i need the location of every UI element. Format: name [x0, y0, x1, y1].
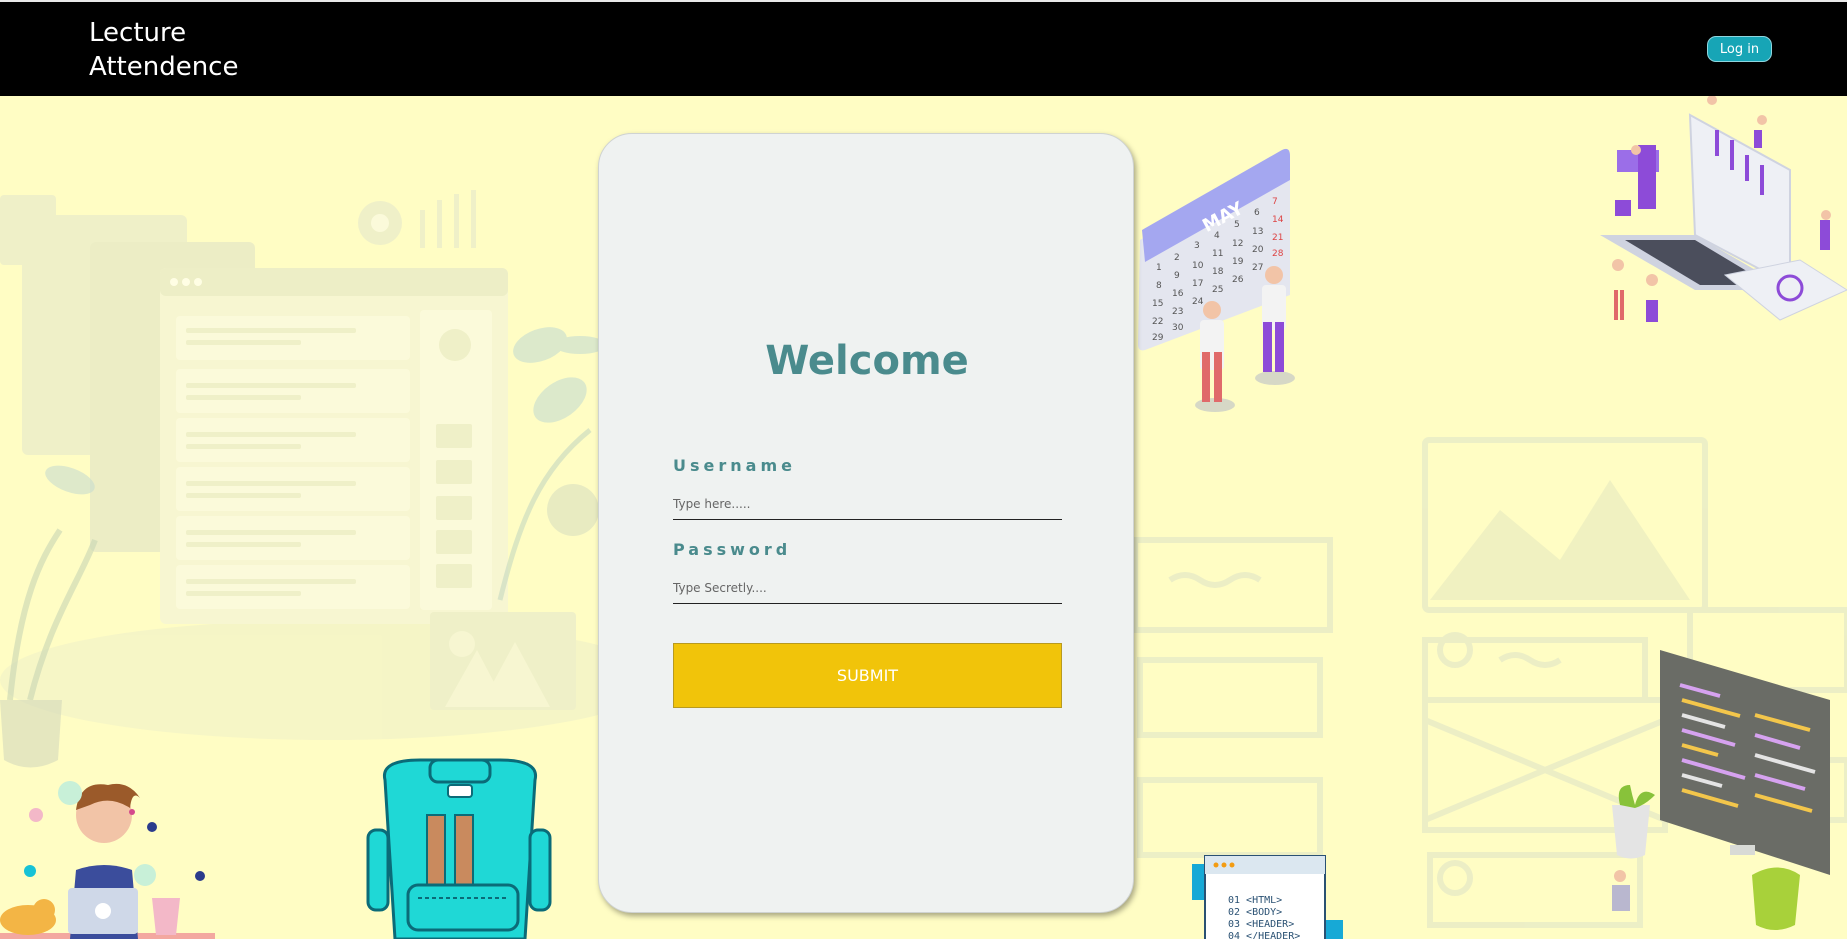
login-button[interactable]: Log in: [1707, 36, 1772, 62]
svg-text:26: 26: [1232, 275, 1244, 285]
password-label: Password: [673, 540, 792, 559]
username-label: Username: [673, 456, 796, 475]
brand-title[interactable]: Lecture Attendence: [89, 16, 238, 84]
svg-text:16: 16: [1172, 289, 1184, 299]
svg-text:30: 30: [1172, 323, 1184, 333]
svg-text:28: 28: [1272, 249, 1284, 259]
svg-text:22: 22: [1152, 317, 1163, 327]
svg-text:24: 24: [1192, 297, 1204, 307]
code-line-3: 03 <HEADER>: [1228, 919, 1294, 930]
svg-text:14: 14: [1272, 215, 1284, 225]
welcome-heading: Welcome: [765, 338, 969, 384]
svg-text:10: 10: [1192, 261, 1204, 271]
top-navbar: Lecture Attendence Log in: [0, 0, 1847, 96]
code-line-2: 02 <BODY>: [1228, 907, 1282, 918]
svg-text:15: 15: [1152, 299, 1163, 309]
svg-text:18: 18: [1212, 267, 1224, 277]
svg-text:27: 27: [1252, 263, 1263, 273]
svg-text:23: 23: [1172, 307, 1183, 317]
svg-text:19: 19: [1232, 257, 1244, 267]
svg-text:3: 3: [1194, 241, 1200, 251]
brand-line-1: Lecture: [89, 18, 187, 48]
svg-text:20: 20: [1252, 245, 1264, 255]
svg-text:29: 29: [1152, 333, 1164, 343]
svg-text:1: 1: [1156, 263, 1162, 273]
brand-line-2: Attendence: [89, 52, 239, 82]
submit-button[interactable]: SUBMIT: [673, 643, 1062, 708]
svg-text:11: 11: [1212, 249, 1223, 259]
svg-text:2: 2: [1174, 253, 1180, 263]
svg-text:25: 25: [1212, 285, 1223, 295]
svg-text:17: 17: [1192, 279, 1203, 289]
code-line-4: 04 </HEADER>: [1228, 931, 1300, 939]
svg-text:5: 5: [1234, 220, 1240, 230]
svg-text:12: 12: [1232, 239, 1243, 249]
svg-text:7: 7: [1272, 197, 1278, 207]
login-card: Welcome Username Password SUBMIT: [598, 133, 1134, 913]
password-input[interactable]: [673, 572, 1062, 604]
svg-text:4: 4: [1214, 231, 1220, 241]
svg-text:9: 9: [1174, 271, 1180, 281]
svg-text:6: 6: [1254, 208, 1260, 218]
svg-text:13: 13: [1252, 227, 1263, 237]
username-input[interactable]: [673, 488, 1062, 520]
svg-text:21: 21: [1272, 233, 1283, 243]
svg-text:8: 8: [1156, 281, 1162, 291]
code-line-1: 01 <HTML>: [1228, 895, 1282, 906]
